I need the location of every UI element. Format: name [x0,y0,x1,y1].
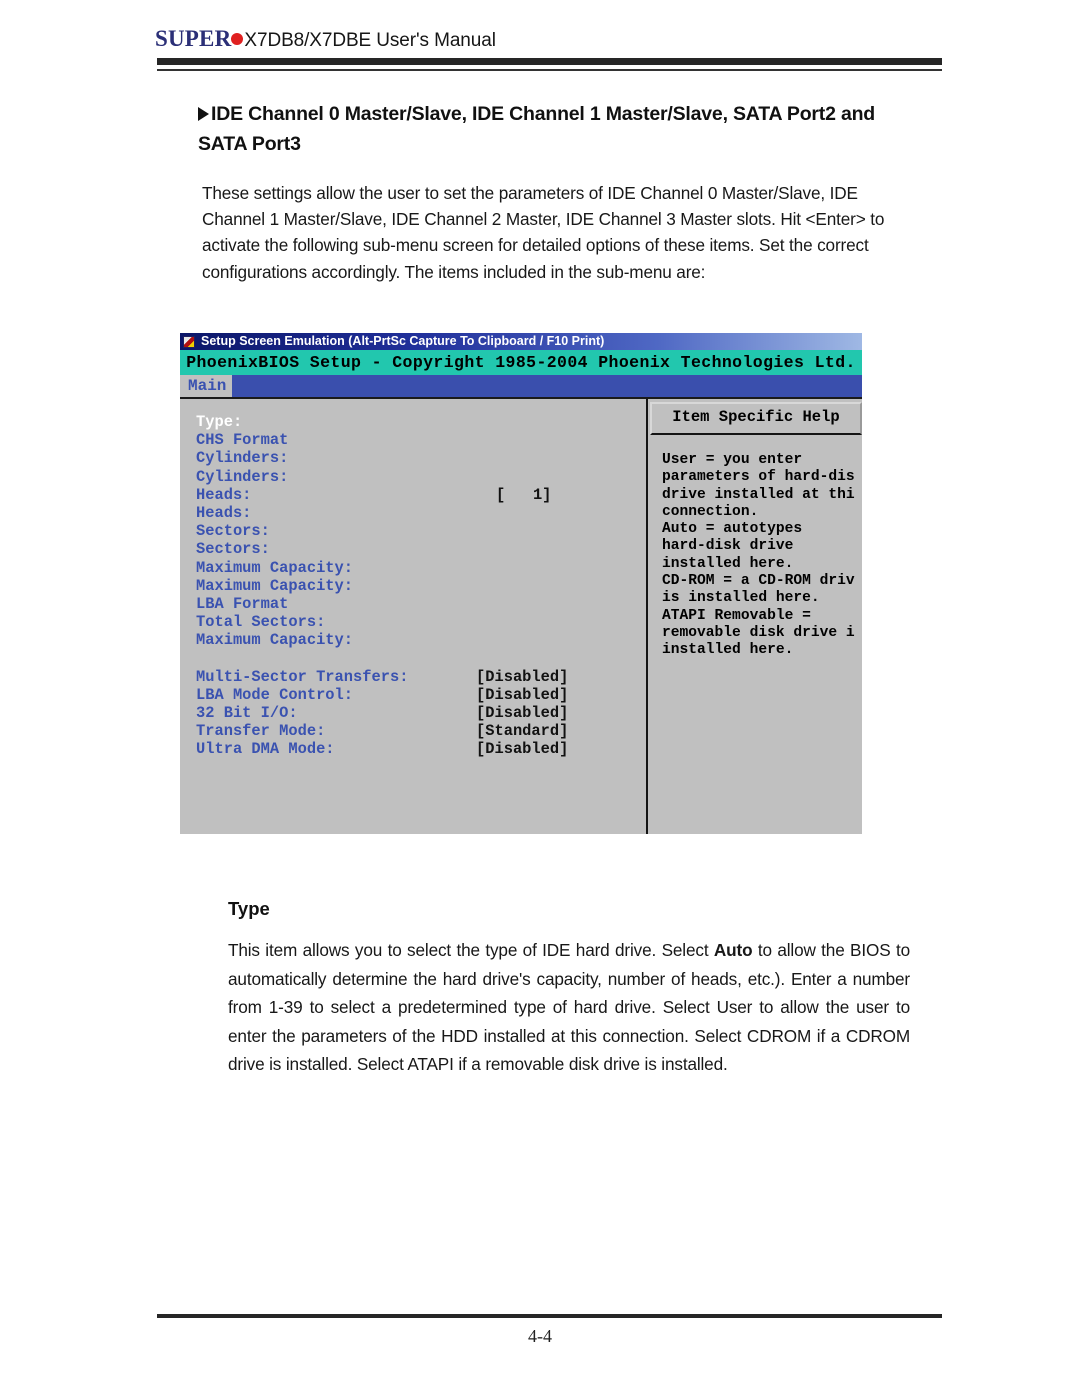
header-rule-thin [157,69,942,71]
bios-row-label: 32 Bit I/O: [196,704,298,722]
page-number: 4-4 [528,1326,552,1346]
bios-row[interactable]: Maximum Capacity: [196,631,646,649]
bios-row[interactable]: Sectors: [196,522,646,540]
bios-row[interactable]: Cylinders: [196,449,646,467]
bios-row-label: LBA Mode Control: [196,685,354,704]
bios-row-label: Total Sectors: [196,613,326,632]
bios-row-label: Heads: [196,485,252,504]
page-header: SUPER X7DB8/X7DBE User's Manual [155,26,945,54]
item-specific-help-title: Item Specific Help [650,402,862,435]
bios-row-label: Type: [196,413,243,431]
bios-row-label: LBA Format [196,594,289,613]
bios-row-value: [ 1] [496,485,552,504]
triangle-right-icon [198,107,209,121]
bios-window-titlebar: Setup Screen Emulation (Alt-PrtSc Captur… [180,333,862,350]
bios-setup-screenshot: Setup Screen Emulation (Alt-PrtSc Captur… [180,333,862,834]
bios-row-value[interactable]: [Standard] [476,722,568,740]
bios-row[interactable]: LBA Mode Control: [Disabled] [196,686,646,704]
bios-row-label: Transfer Mode: [196,722,326,741]
bios-row[interactable]: Maximum Capacity: [196,577,646,595]
header-rule-thick [157,58,942,65]
bios-row[interactable]: Maximum Capacity: [196,559,646,577]
bios-row[interactable]: Transfer Mode: [Standard] [196,722,646,740]
section-heading: IDE Channel 0 Master/Slave, IDE Channel … [198,99,888,159]
supermicro-brand-text: SUPER [155,26,232,51]
type-paragraph-part1: This item allows you to select the type … [228,940,714,960]
bios-group-spacer [196,649,646,667]
bios-row[interactable]: CHS Format [196,431,646,449]
bios-row-label: Maximum Capacity: [196,558,354,577]
bios-row-label: Multi-Sector Transfers: [196,667,409,686]
bios-help-panel: Item Specific Help User = you enter para… [650,399,862,834]
bios-row[interactable]: Ultra DMA Mode: [Disabled] [196,740,646,758]
bios-copyright-banner: PhoenixBIOS Setup - Copyright 1985-2004 … [180,350,862,375]
bios-row-value[interactable]: [Disabled] [476,740,568,758]
bios-row-value[interactable]: [Disabled] [476,686,568,704]
bios-row-label: Sectors: [196,522,270,541]
type-paragraph-part2: to allow the BIOS to automatically deter… [228,940,911,1074]
bios-row-value[interactable]: [Disabled] [476,704,568,722]
bios-row-label: Cylinders: [196,449,289,468]
bios-row[interactable]: Heads: [196,504,646,522]
bios-row[interactable]: Type: [196,413,646,431]
type-paragraph: This item allows you to select the type … [228,936,910,1079]
bios-row-label: Sectors: [196,540,270,559]
section-heading-text: IDE Channel 0 Master/Slave, IDE Channel … [198,103,876,155]
manual-title-text: X7DB8/X7DBE User's Manual [244,30,496,51]
manual-title-line: SUPER X7DB8/X7DBE User's Manual [155,26,945,54]
bios-row-label: Heads: [196,503,252,522]
application-icon [183,336,195,348]
red-dot-icon [231,33,244,45]
item-specific-help-text: User = you enter parameters of hard-dis … [662,452,855,659]
bios-row[interactable]: 32 Bit I/O: [Disabled] [196,704,646,722]
bios-menubar: Main [180,375,862,399]
intro-paragraph: These settings allow the user to set the… [202,183,885,282]
bios-row[interactable]: Heads: [ 1] [196,486,646,504]
footer-rule [157,1314,942,1318]
bios-row[interactable]: LBA Format [196,595,646,613]
type-sub-heading: Type [228,898,270,919]
bios-settings-panel: Type: CHS Format Cylinders: Cylinders: H… [180,399,648,834]
bios-tab-main[interactable]: Main [180,375,233,397]
bios-row-label: Maximum Capacity: [196,631,354,650]
auto-bold-word: Auto [713,940,753,960]
bios-row[interactable]: Total Sectors: [196,613,646,631]
bios-row-label: Cylinders: [196,467,289,486]
bios-body: Type: CHS Format Cylinders: Cylinders: H… [180,399,862,834]
bios-row[interactable]: Sectors: [196,540,646,558]
bios-row-label: Maximum Capacity: [196,576,354,595]
bios-titlebar-text: Setup Screen Emulation (Alt-PrtSc Captur… [201,334,605,348]
bios-row-value[interactable]: [Disabled] [476,668,568,686]
bios-row[interactable]: Multi-Sector Transfers: [Disabled] [196,668,646,686]
bios-row-label: CHS Format [196,431,289,450]
bios-row-label: Ultra DMA Mode: [196,740,335,759]
bios-row[interactable]: Cylinders: [196,468,646,486]
